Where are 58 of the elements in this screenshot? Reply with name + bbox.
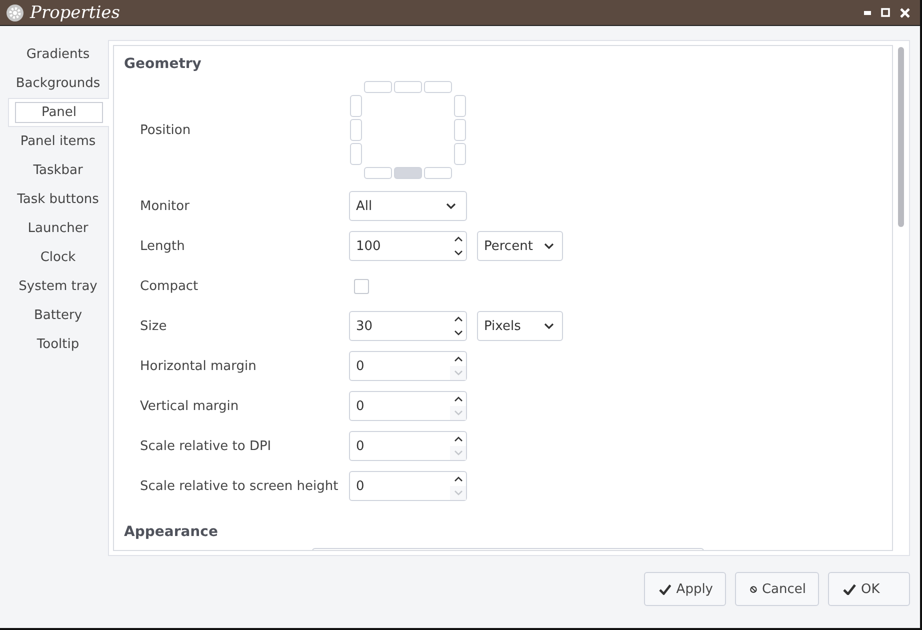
position-slot[interactable] [394,167,422,179]
field-label: Size [140,318,168,334]
spin-field[interactable]: 0 [349,431,467,461]
dialog-button[interactable]: OK [828,572,910,606]
sidebar-item[interactable]: Panel items [8,127,108,156]
dialog-button[interactable]: Apply [644,572,726,606]
sidebar-item[interactable]: Panel [8,98,109,127]
sidebar-item[interactable]: System tray [8,272,108,301]
position-slot[interactable] [364,81,392,93]
spin-field[interactable]: 30 [349,311,467,341]
position-slot[interactable] [454,143,466,165]
unit-dropdown[interactable]: Percent [477,231,563,261]
field-label: Position [140,122,192,138]
field-label: Scale relative to DPI [140,438,272,454]
dropdown[interactable]: All [349,191,467,221]
sidebar-item[interactable]: Clock [8,243,108,272]
dialog-button[interactable]: Cancel [735,572,819,606]
field-label: Length [140,238,186,254]
position-slot[interactable] [424,81,452,93]
checkbox[interactable] [354,278,369,294]
sidebar-item[interactable]: Battery [8,301,108,330]
sidebar-item[interactable]: Tooltip [8,330,108,359]
section-heading: Geometry [124,56,202,72]
caret-icon [544,243,554,249]
position-slot[interactable] [350,143,362,165]
position-slot[interactable] [424,167,452,179]
check-icon [659,584,672,594]
position-slot[interactable] [454,119,466,141]
position-slot[interactable] [364,167,392,179]
spin-field[interactable]: 0 [349,351,467,381]
sidebar-item[interactable]: Gradients [8,40,108,69]
close-icon[interactable] [900,8,910,18]
scrollbar-thumb[interactable] [898,47,904,227]
position-slot[interactable] [350,119,362,141]
unit-dropdown[interactable]: Pixels [477,311,563,341]
field-label: Monitor [140,198,190,214]
field-label: Scale relative to screen height [140,478,340,494]
section-heading: Appearance [124,524,219,540]
sidebar-item[interactable]: Taskbar [8,156,108,185]
field-label: Compact [140,278,200,294]
caret-icon [544,323,554,329]
spin-field[interactable]: 100 [349,231,467,261]
field-label: Horizontal margin [140,358,258,374]
window-title: Properties [30,2,121,22]
spin-field[interactable]: 0 [349,391,467,421]
gear-icon [6,4,24,22]
field-label: Vertical margin [140,398,240,414]
position-slot[interactable] [454,95,466,117]
sidebar-item[interactable]: Task buttons [8,185,108,214]
sidebar-item[interactable]: Launcher [8,214,108,243]
minimize-icon[interactable] [864,10,871,14]
check-icon [843,584,856,594]
position-slot[interactable] [350,95,362,117]
position-slot[interactable] [394,81,422,93]
caret-icon [446,203,456,209]
maximize-icon[interactable] [881,8,890,17]
spin-field[interactable]: 0 [349,471,467,501]
sidebar-item[interactable]: Backgrounds [8,69,108,98]
